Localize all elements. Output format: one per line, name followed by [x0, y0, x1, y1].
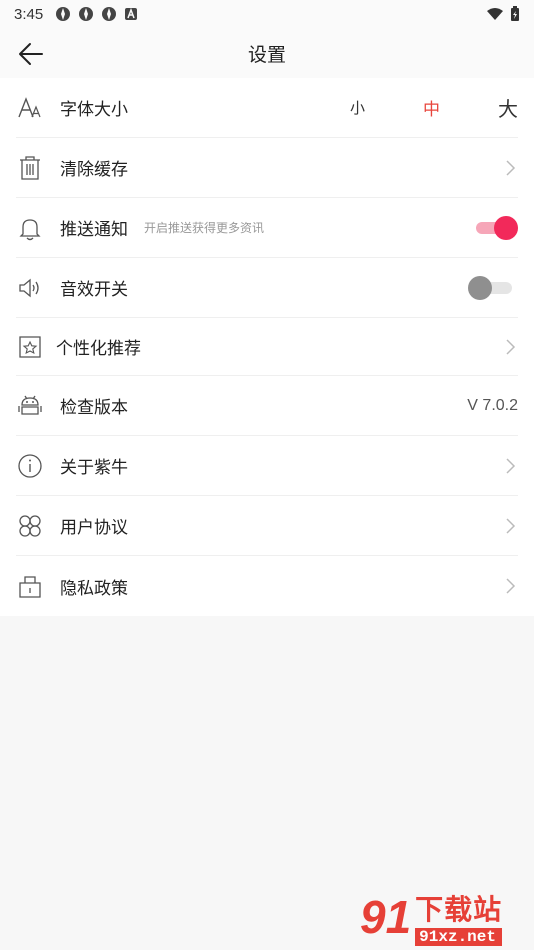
user-agreement-label: 用户协议 — [60, 518, 128, 538]
app-notification-icon — [79, 7, 94, 21]
speaker-icon — [16, 274, 44, 302]
chevron-right-icon — [506, 517, 516, 534]
check-version-row[interactable]: 检查版本 V 7.0.2 — [16, 376, 518, 436]
about-label: 关于紫牛 — [60, 458, 128, 478]
chevron-right-icon — [506, 578, 516, 594]
font-size-row: 字体大小 小 中 大 — [16, 78, 518, 138]
app-notification-icon — [56, 7, 71, 21]
status-time: 3:45 — [14, 5, 44, 23]
privacy-policy-row[interactable]: 隐私政策 — [16, 556, 518, 616]
font-size-options: 小 中 大 — [350, 93, 518, 122]
settings-list: 字体大小 小 中 大 清除缓存 推送通知 开启推送获得更多资讯 音效开关 个性化… — [0, 78, 534, 616]
watermark-logo: 91 下载站 91xz.net — [360, 886, 530, 948]
chevron-right-icon — [506, 457, 516, 474]
system-icons — [486, 6, 520, 22]
push-notification-row: 推送通知 开启推送获得更多资讯 — [16, 198, 518, 258]
personalized-recommend-row[interactable]: 个性化推荐 — [16, 318, 518, 376]
notification-icons — [55, 6, 138, 22]
font-size-large-option[interactable]: 大 — [498, 93, 518, 122]
app-bar: 设置 — [0, 28, 534, 78]
watermark-url: 91xz.net — [415, 928, 503, 946]
bell-icon — [16, 214, 44, 242]
about-row[interactable]: 关于紫牛 — [16, 436, 518, 496]
version-number: V 7.0.2 — [467, 396, 518, 414]
chevron-right-icon — [506, 159, 516, 176]
font-size-medium-option[interactable]: 中 — [423, 95, 440, 120]
a-notification-icon — [125, 7, 138, 20]
user-agreement-row[interactable]: 用户协议 — [16, 496, 518, 556]
privacy-policy-label: 隐私政策 — [60, 578, 128, 599]
status-bar: 3:45 — [0, 0, 534, 28]
wifi-icon — [487, 8, 503, 20]
sound-toggle[interactable] — [468, 275, 514, 301]
push-notification-desc: 开启推送获得更多资讯 — [144, 221, 265, 235]
push-notification-label: 推送通知 — [60, 220, 128, 240]
android-icon — [16, 392, 44, 420]
sound-row: 音效开关 — [16, 258, 518, 318]
clover-icon — [16, 512, 44, 540]
push-notification-toggle[interactable] — [474, 215, 518, 241]
sound-label: 音效开关 — [60, 280, 128, 300]
font-size-label: 字体大小 — [60, 100, 128, 120]
trash-icon — [16, 154, 44, 182]
personalized-recommend-label: 个性化推荐 — [56, 339, 141, 359]
info-icon — [16, 452, 44, 480]
battery-icon — [511, 6, 519, 21]
watermark-title: 下载站 — [415, 893, 503, 926]
watermark-number: 91 — [360, 891, 412, 943]
chevron-right-icon — [506, 338, 516, 355]
page-title: 设置 — [247, 43, 286, 66]
star-badge-icon — [16, 333, 44, 361]
font-size-small-option[interactable]: 小 — [350, 97, 365, 118]
check-version-label: 检查版本 — [60, 398, 128, 418]
lock-box-icon — [16, 572, 44, 600]
font-size-icon — [16, 94, 44, 122]
clear-cache-row[interactable]: 清除缓存 — [16, 138, 518, 198]
app-notification-icon — [102, 7, 117, 21]
clear-cache-label: 清除缓存 — [60, 160, 128, 180]
back-arrow-icon[interactable] — [16, 39, 46, 69]
